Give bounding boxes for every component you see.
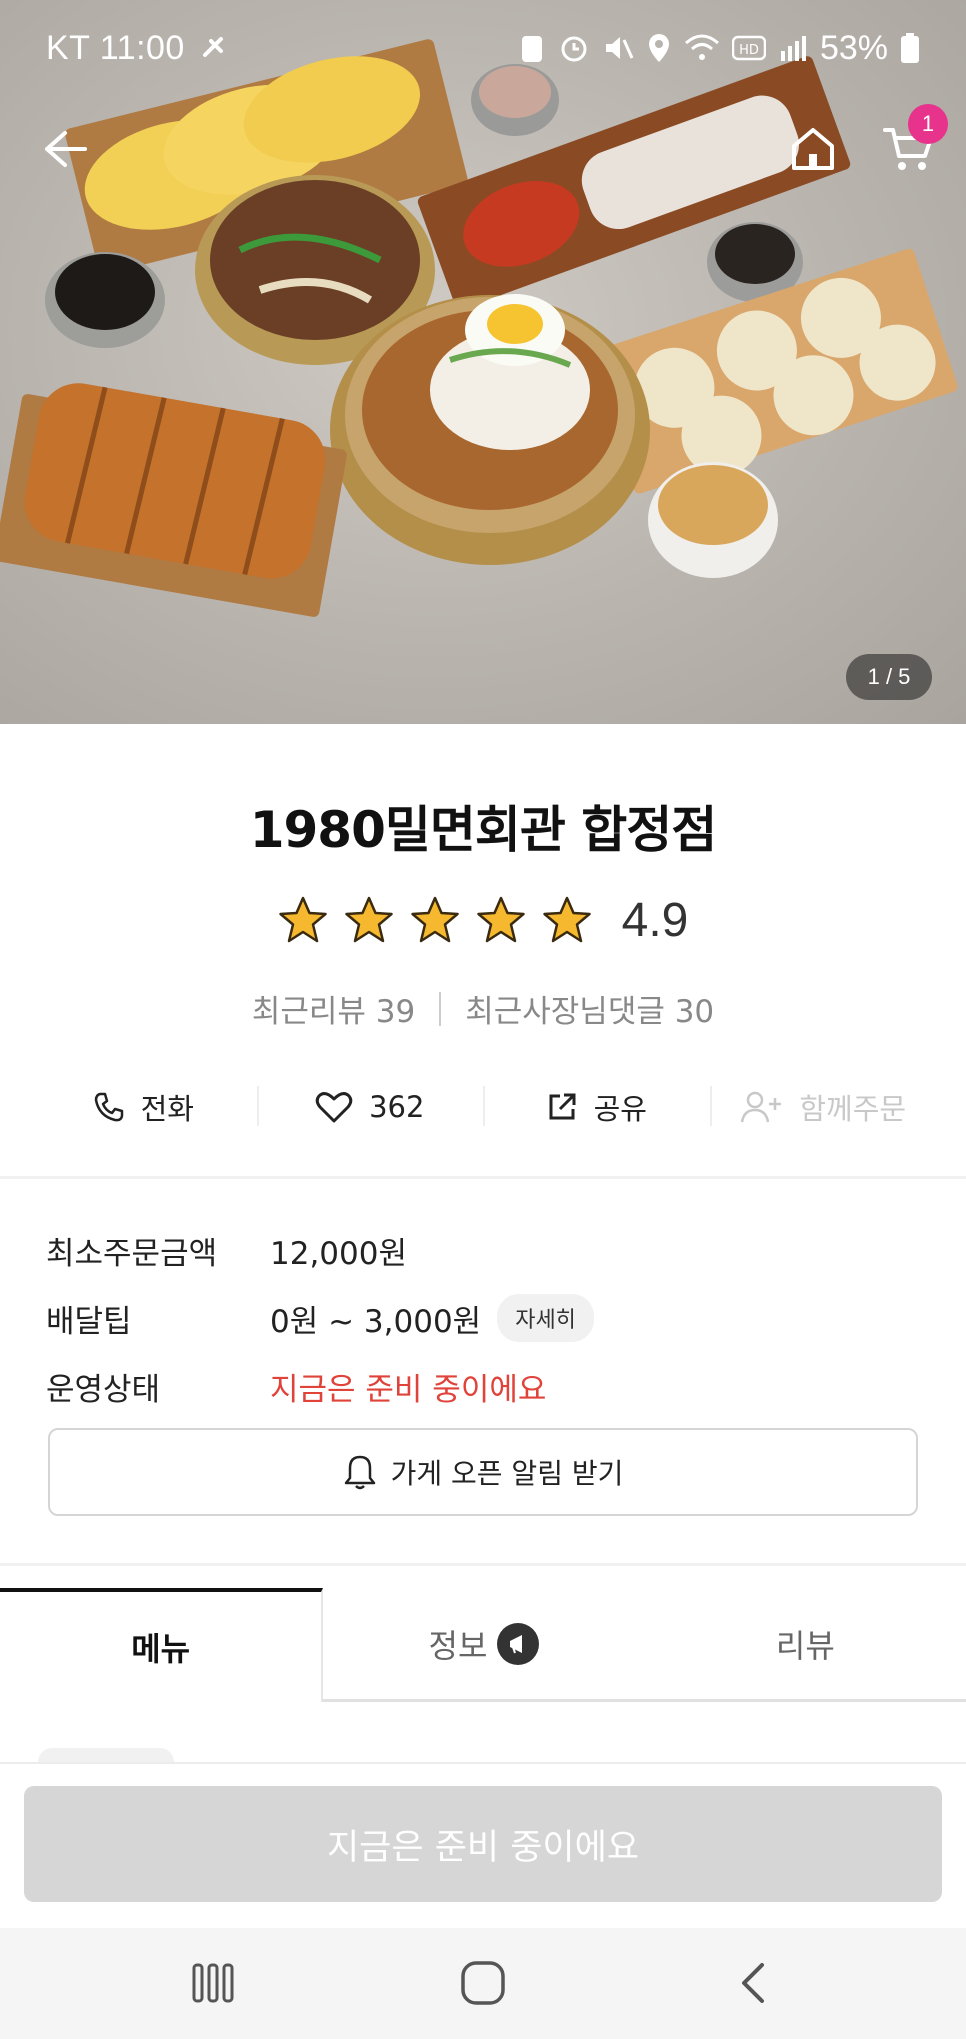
open-notification-button[interactable]: 가게 오픈 알림 받기 [48, 1428, 918, 1516]
back-button[interactable] [30, 114, 100, 184]
system-home-button[interactable] [438, 1948, 528, 2018]
min-order-row: 최소주문금액 12,000원 [46, 1216, 926, 1284]
heart-icon [315, 1092, 353, 1123]
like-count: 362 [369, 1090, 425, 1124]
star-icon [410, 896, 459, 943]
section-divider [0, 1563, 966, 1566]
wifi-icon [684, 34, 719, 60]
divider [439, 991, 442, 1026]
battery-icon [901, 33, 919, 63]
section-divider [0, 1176, 966, 1179]
rating-row[interactable]: 4.9 [0, 890, 966, 950]
delivery-tip-row: 배달팁 0원 ~ 3,000원 자세히 [46, 1284, 926, 1352]
location-icon [648, 34, 669, 62]
add-person-icon [741, 1091, 782, 1123]
tab-reviews-label: 리뷰 [775, 1626, 835, 1665]
phone-icon [94, 1092, 123, 1122]
share-icon [549, 1093, 576, 1120]
cart-count-badge: 1 [908, 104, 948, 144]
group-order-button[interactable]: 함께주문 [709, 1070, 937, 1144]
alarm-icon [561, 36, 587, 62]
notification-icon [202, 37, 223, 57]
svg-text:HD: HD [739, 43, 759, 58]
delivery-tip-label: 배달팁 [46, 1303, 132, 1340]
call-label: 전화 [140, 1092, 194, 1126]
call-button[interactable]: 전화 [30, 1070, 257, 1144]
store-actions: 전화 362 공유 함께주문 [30, 1070, 936, 1144]
bell-icon [344, 1455, 375, 1490]
tab-info-label: 정보 [428, 1626, 488, 1665]
status-bar: KT 11:00 HD 53% [0, 0, 966, 96]
tab-reviews[interactable]: 리뷰 [644, 1588, 966, 1702]
signal-icon [780, 36, 806, 61]
like-button[interactable]: 362 [256, 1070, 484, 1144]
recent-reviews-count[interactable]: 최근리뷰 39 [252, 986, 415, 1031]
tab-menu[interactable]: 메뉴 [0, 1588, 324, 1702]
hd-voice-icon: HD [731, 35, 766, 61]
star-icon [476, 896, 525, 943]
store-name: 1980밀면회관 합정점 [249, 801, 718, 859]
review-counts: 최근리뷰 39 최근사장님댓글 30 [0, 986, 966, 1031]
tab-menu-label: 메뉴 [131, 1630, 191, 1668]
rating-score: 4.9 [621, 893, 689, 947]
store-photo[interactable]: KT 11:00 HD 53% 1 1 / 5 [0, 0, 966, 724]
battery-percent: 53% [819, 28, 888, 67]
star-rating [278, 896, 592, 944]
system-back-button[interactable] [708, 1948, 798, 2018]
recent-apps-button[interactable] [168, 1948, 258, 2018]
min-order-label: 최소주문금액 [46, 1235, 218, 1272]
order-button-disabled[interactable]: 지금은 준비 중이에요 [24, 1786, 942, 1902]
group-order-label: 함께주문 [799, 1092, 907, 1126]
system-back-icon [742, 1963, 764, 2003]
recent-apps-icon [192, 1963, 234, 2003]
status-row: 운영상태 지금은 준비 중이에요 [46, 1352, 926, 1420]
open-notification-label: 가게 오픈 알림 받기 [390, 1457, 624, 1490]
delivery-tip-detail-button[interactable]: 자세히 [497, 1294, 594, 1342]
share-button[interactable]: 공유 [483, 1070, 710, 1144]
back-arrow-icon [45, 131, 87, 167]
status-value: 지금은 준비 중이에요 [270, 1371, 547, 1408]
share-label: 공유 [593, 1092, 647, 1126]
mute-icon [605, 37, 634, 59]
battery-saver-icon [521, 36, 542, 62]
star-icon [344, 896, 393, 943]
megaphone-icon [497, 1622, 540, 1665]
owner-replies-count[interactable]: 최근사장님댓글 30 [465, 986, 714, 1031]
star-icon [278, 896, 327, 943]
store-tabs: 메뉴 정보 리뷰 [0, 1588, 966, 1702]
min-order-value: 12,000원 [270, 1235, 407, 1272]
tab-info[interactable]: 정보 [323, 1588, 645, 1702]
system-navigation-bar [0, 1928, 966, 2039]
home-icon [792, 128, 834, 170]
store-info: 최소주문금액 12,000원 배달팁 0원 ~ 3,000원 자세히 운영상태 … [46, 1216, 926, 1420]
home-button[interactable] [778, 114, 848, 184]
status-time: KT 11:00 [46, 28, 185, 67]
food-photo-illustration [0, 39, 958, 617]
star-icon [542, 896, 591, 943]
image-pager: 1 / 5 [846, 654, 932, 700]
system-home-icon [461, 1961, 505, 2005]
status-label: 운영상태 [46, 1371, 161, 1408]
top-navigation [0, 110, 966, 190]
delivery-tip-value: 0원 ~ 3,000원 [270, 1303, 482, 1340]
